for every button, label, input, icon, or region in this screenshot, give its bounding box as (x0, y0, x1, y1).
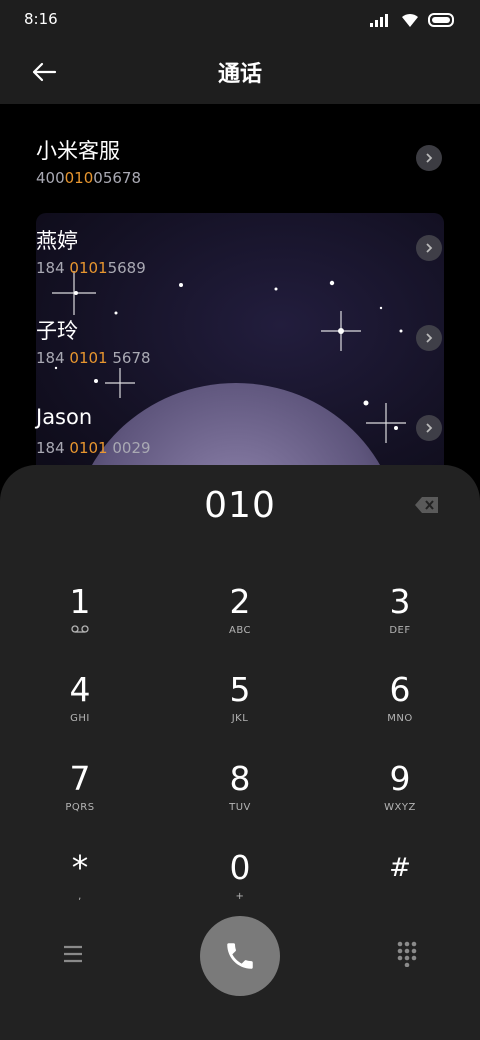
number-part: 400 (36, 169, 65, 187)
list-item[interactable]: 小米客服 40001005678 (36, 135, 444, 215)
number-part: 5678 (107, 349, 151, 367)
key-digit: 4 (69, 670, 91, 709)
contact-number: 184 01015689 (36, 259, 146, 277)
contact-number: 40001005678 (36, 169, 141, 187)
status-icons (370, 12, 456, 28)
number-part: 5689 (107, 259, 146, 277)
contact-name: 燕婷 (36, 229, 78, 253)
key-3[interactable]: 3 DEF (340, 582, 460, 662)
menu-icon (64, 945, 82, 963)
key-digit: # (389, 853, 411, 883)
number-match: 0101 (69, 259, 108, 277)
phone-icon (227, 943, 253, 969)
number-part: 184 (36, 259, 70, 277)
key-1[interactable]: 1 (20, 582, 140, 662)
menu-button[interactable] (51, 932, 95, 976)
number-part: 184 (36, 349, 70, 367)
list-item[interactable]: 燕婷 184 01015689 (36, 225, 444, 305)
number-part: 0029 (107, 439, 151, 457)
top-bar: 通话 (0, 40, 480, 104)
number-match: 0101 (69, 439, 108, 457)
key-letters: JKL (231, 713, 249, 724)
battery-icon (428, 13, 454, 27)
dialer-screen: 8:16 通话 小米客服 40001005678 燕婷 184 01015689… (0, 0, 480, 1040)
key-digit: 3 (389, 582, 411, 621)
dial-pad: 010 1 2 ABC 3 DEF 4 GHI 5 JKL 6 MNO 7 PQ… (0, 465, 480, 1040)
key-digit: 6 (389, 670, 411, 709)
key-letters: + (235, 891, 245, 902)
backspace-button[interactable] (414, 495, 440, 515)
key-letters: GHI (70, 713, 90, 724)
status-time: 8:16 (24, 10, 58, 28)
number-match: 010 (64, 169, 94, 187)
key-4[interactable]: 4 GHI (20, 670, 140, 750)
number-part: 05678 (93, 169, 141, 187)
key-digit: 1 (69, 582, 91, 621)
number-match: 0101 (69, 349, 108, 367)
key-digit: 5 (229, 670, 251, 709)
call-button[interactable] (200, 916, 280, 996)
key-5[interactable]: 5 JKL (180, 670, 300, 750)
number-part: 184 (36, 439, 70, 457)
contact-name: 子玲 (36, 319, 78, 343)
key-digit: 7 (69, 759, 91, 798)
key-star[interactable]: * , (20, 848, 140, 928)
contact-name: Jason (36, 405, 93, 429)
key-8[interactable]: 8 TUV (180, 759, 300, 839)
key-letters: ABC (228, 625, 251, 636)
contact-number: 184 0101 0029 (36, 439, 151, 457)
chevron-right-icon[interactable] (416, 325, 442, 351)
key-letters: DEF (389, 625, 411, 636)
wifi-icon (402, 13, 418, 27)
key-hash[interactable]: # (340, 848, 460, 928)
key-letters: MNO (387, 713, 413, 724)
page-title: 通话 (217, 62, 262, 87)
key-letters: PQRS (65, 802, 95, 813)
key-6[interactable]: 6 MNO (340, 670, 460, 750)
dialed-number: 010 (204, 485, 276, 526)
chevron-right-icon[interactable] (416, 415, 442, 441)
key-letters: WXYZ (384, 802, 416, 813)
key-7[interactable]: 7 PQRS (20, 759, 140, 839)
backspace-icon (415, 497, 438, 513)
key-letters: TUV (229, 802, 251, 813)
chevron-right-icon[interactable] (416, 145, 442, 171)
voicemail-icon (20, 624, 140, 638)
dialpad-toggle-button[interactable] (385, 932, 429, 976)
key-digit: 0 (229, 848, 251, 887)
key-digit: 8 (229, 759, 251, 798)
signal-icon (370, 14, 388, 27)
key-2[interactable]: 2 ABC (180, 582, 300, 662)
chevron-right-icon[interactable] (416, 235, 442, 261)
key-9[interactable]: 9 WXYZ (340, 759, 460, 839)
key-digit: 2 (229, 582, 251, 621)
dialpad-icon (397, 941, 417, 967)
list-item[interactable]: 子玲 184 0101 5678 (36, 315, 444, 395)
key-digit: * (71, 848, 89, 887)
contact-name: 小米客服 (36, 139, 120, 163)
contact-number: 184 0101 5678 (36, 349, 151, 367)
key-digit: 9 (389, 759, 411, 798)
status-bar: 8:16 (0, 0, 480, 40)
key-letters: , (78, 891, 82, 902)
